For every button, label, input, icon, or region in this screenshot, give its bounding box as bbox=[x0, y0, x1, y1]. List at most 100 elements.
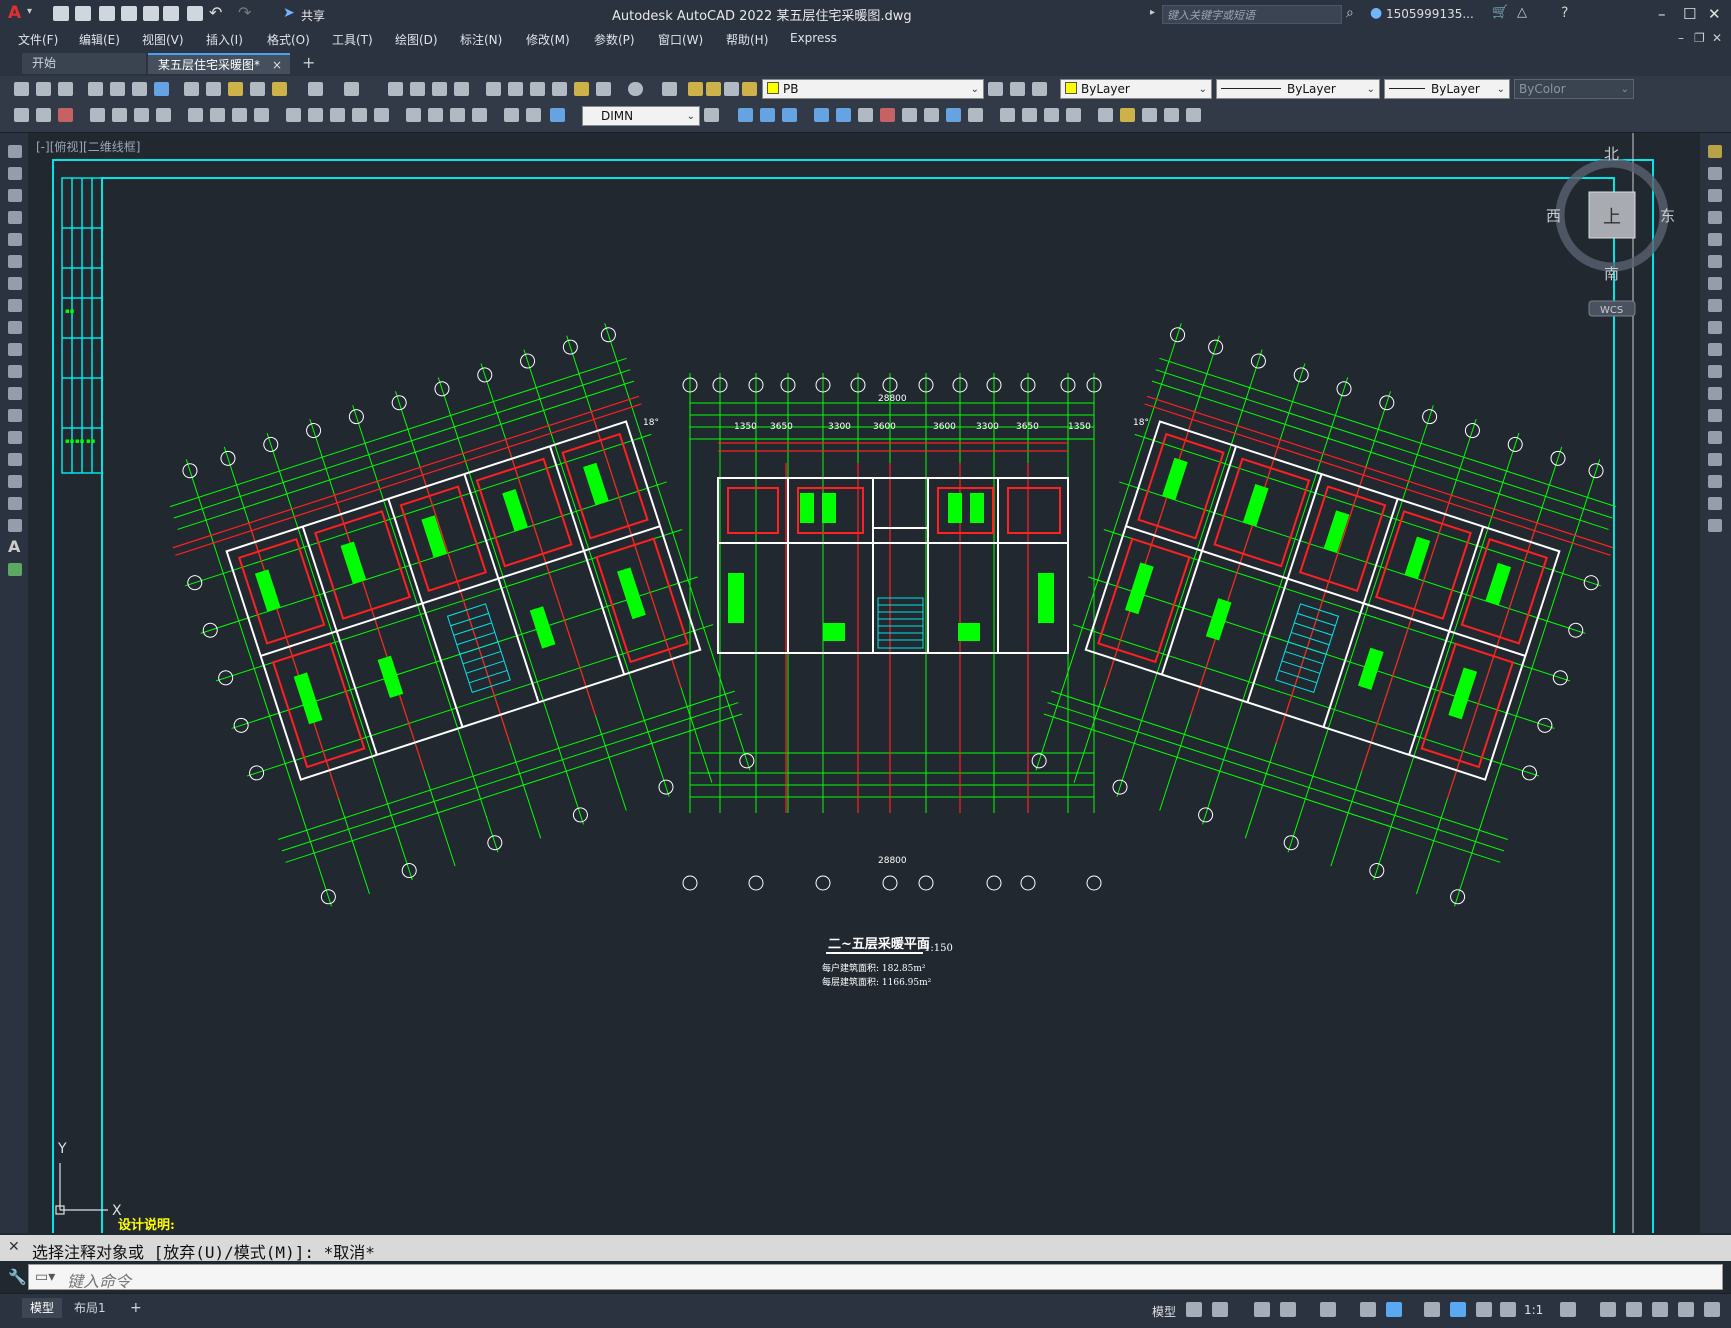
tb-dimupdate-icon[interactable] bbox=[550, 108, 565, 122]
explode-icon[interactable] bbox=[1708, 519, 1722, 532]
tb-designcenter-icon[interactable] bbox=[508, 82, 523, 96]
workspace-gear-icon[interactable] bbox=[1560, 1302, 1576, 1317]
hatch-icon[interactable] bbox=[8, 453, 22, 466]
command-customize-icon[interactable]: 🔧 bbox=[8, 1268, 27, 1286]
undo-icon[interactable]: ↶ bbox=[209, 3, 222, 22]
tb-fillet-icon[interactable] bbox=[1066, 108, 1081, 122]
tb-sheetset-icon[interactable] bbox=[552, 82, 567, 96]
save-to-web-icon[interactable] bbox=[163, 6, 179, 21]
arc-icon[interactable] bbox=[8, 255, 22, 268]
tb-radius-icon[interactable] bbox=[188, 108, 203, 122]
tb-scale-icon[interactable] bbox=[902, 108, 917, 122]
tb-zoom-realtime-icon[interactable] bbox=[410, 82, 425, 96]
mirror-icon[interactable] bbox=[1708, 189, 1722, 202]
tb-stretch-icon[interactable] bbox=[924, 108, 939, 122]
tb-layer-previous-icon[interactable] bbox=[1032, 82, 1047, 96]
menu-format[interactable]: 格式(O) bbox=[267, 31, 310, 48]
tb-attedit-icon[interactable] bbox=[1186, 108, 1201, 122]
move-icon[interactable] bbox=[1708, 255, 1722, 268]
construction-line-icon[interactable] bbox=[8, 167, 22, 180]
tb-paste-icon[interactable] bbox=[228, 82, 243, 96]
a360-icon[interactable]: △ bbox=[1517, 5, 1527, 20]
tb-pan-icon[interactable] bbox=[388, 82, 403, 96]
open-icon[interactable] bbox=[75, 6, 91, 21]
menu-help[interactable]: 帮助(H) bbox=[726, 31, 768, 48]
layer-select[interactable]: PB ⌄ bbox=[762, 79, 984, 99]
scale-icon[interactable] bbox=[1708, 299, 1722, 312]
table-icon[interactable] bbox=[8, 519, 22, 532]
tb-3dprint-icon[interactable] bbox=[154, 82, 169, 96]
tb-hatchedit-icon[interactable] bbox=[1164, 108, 1179, 122]
menu-tools[interactable]: 工具(T) bbox=[332, 31, 373, 48]
tb-diameter-icon[interactable] bbox=[232, 108, 247, 122]
maximize-icon[interactable]: ☐ bbox=[1683, 5, 1696, 23]
tb-undo-icon[interactable] bbox=[308, 82, 323, 96]
help-icon[interactable]: ? bbox=[1561, 5, 1568, 21]
extend-icon[interactable] bbox=[1708, 365, 1722, 378]
fillet-icon[interactable] bbox=[1708, 475, 1722, 488]
tb-jogged-icon[interactable] bbox=[210, 108, 225, 122]
layer-thaw-icon[interactable] bbox=[706, 82, 721, 96]
tb-break-icon[interactable] bbox=[1000, 108, 1015, 122]
region-icon[interactable] bbox=[8, 497, 22, 510]
trim-icon[interactable] bbox=[1708, 343, 1722, 356]
layer-unlock-icon[interactable] bbox=[742, 82, 757, 96]
menu-modify[interactable]: 修改(M) bbox=[526, 31, 570, 48]
line-icon[interactable] bbox=[8, 145, 22, 158]
mtext-icon[interactable]: A bbox=[8, 537, 20, 556]
new-icon[interactable] bbox=[53, 6, 69, 21]
menu-express[interactable]: Express bbox=[790, 31, 837, 45]
tb-move-icon[interactable] bbox=[858, 108, 873, 122]
tab-start[interactable]: 开始 bbox=[22, 53, 146, 74]
open-from-web-icon[interactable] bbox=[143, 6, 159, 21]
save-icon[interactable] bbox=[99, 6, 115, 21]
ellipse-icon[interactable] bbox=[8, 343, 22, 356]
tab-drawing[interactable]: 某五层住宅采暖图* × bbox=[148, 53, 290, 74]
tb-layer-match-icon[interactable] bbox=[1010, 82, 1025, 96]
lineweight-icon[interactable] bbox=[1424, 1302, 1440, 1317]
join-icon[interactable] bbox=[1708, 431, 1722, 444]
polar-icon[interactable] bbox=[1280, 1302, 1296, 1317]
tb-pedit-icon[interactable] bbox=[1120, 108, 1135, 122]
osnap-tracking-icon[interactable] bbox=[1360, 1302, 1376, 1317]
dimstyle-select[interactable]: DIMN ⌄ bbox=[582, 106, 700, 126]
tb-tolerance-icon[interactable] bbox=[406, 108, 421, 122]
tb-jogline-icon[interactable] bbox=[472, 108, 487, 122]
rectangle-icon[interactable] bbox=[8, 233, 22, 246]
tb-markup-icon[interactable] bbox=[574, 82, 589, 96]
tb-explode-icon[interactable] bbox=[1098, 108, 1113, 122]
stretch-icon[interactable] bbox=[1708, 321, 1722, 334]
menu-draw[interactable]: 绘图(D) bbox=[395, 31, 438, 48]
menu-window[interactable]: 窗口(W) bbox=[658, 31, 703, 48]
doc-minimize-icon[interactable]: – bbox=[1678, 31, 1684, 45]
annotation-scale-icon[interactable] bbox=[1500, 1302, 1516, 1317]
doc-restore-icon[interactable]: ❐ bbox=[1694, 31, 1705, 45]
erase-icon[interactable] bbox=[1708, 145, 1722, 158]
chamfer-icon[interactable] bbox=[1708, 453, 1722, 466]
fullscreen-icon[interactable] bbox=[1678, 1302, 1694, 1317]
compass-south[interactable]: 南 bbox=[1604, 265, 1619, 283]
share-icon[interactable]: ➤ bbox=[283, 5, 295, 21]
quick-properties-icon[interactable] bbox=[1652, 1302, 1668, 1317]
tb-mirror-icon[interactable] bbox=[782, 108, 797, 122]
tb-chamfer-icon[interactable] bbox=[1044, 108, 1059, 122]
cart-icon[interactable]: 🛒 bbox=[1492, 5, 1508, 20]
circle-icon[interactable] bbox=[8, 277, 22, 290]
annotation-visibility-icon[interactable] bbox=[1450, 1302, 1466, 1317]
tb-inspect2-icon[interactable] bbox=[450, 108, 465, 122]
tb-erase-icon[interactable] bbox=[738, 108, 753, 122]
tb-inspect-icon[interactable] bbox=[58, 108, 73, 122]
tb-preview-icon[interactable] bbox=[110, 82, 125, 96]
tb-trim-icon[interactable] bbox=[946, 108, 961, 122]
tb-quickdim2-icon[interactable] bbox=[286, 108, 301, 122]
tb-centermark-icon[interactable] bbox=[428, 108, 443, 122]
menu-insert[interactable]: 插入(I) bbox=[206, 31, 243, 48]
tb-angular-icon[interactable] bbox=[254, 108, 269, 122]
minimize-icon[interactable]: – bbox=[1658, 5, 1666, 23]
tb-ordinate-icon[interactable] bbox=[156, 108, 171, 122]
viewcube[interactable]: 上 北 南 西 东 WCS bbox=[1546, 145, 1675, 317]
tb-offset-icon[interactable] bbox=[814, 108, 829, 122]
tb-calculator-icon[interactable] bbox=[596, 82, 611, 96]
search-expand-icon[interactable]: ▸ bbox=[1150, 7, 1155, 18]
lineweight-select[interactable]: ByLayer ⌄ bbox=[1384, 79, 1510, 99]
